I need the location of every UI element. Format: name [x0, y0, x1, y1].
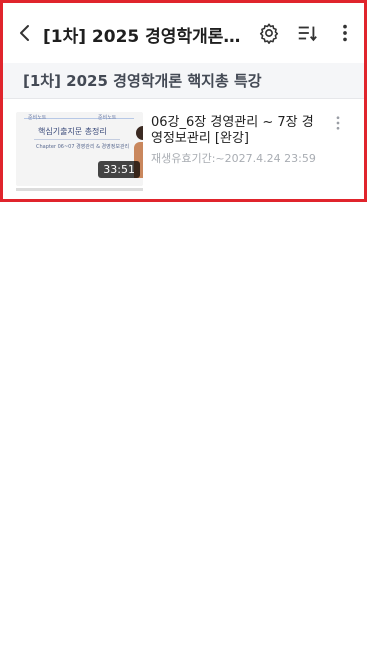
more-vertical-icon[interactable] — [333, 21, 357, 45]
slide-subtitle: Chapter 06~07 경영관리 & 경영정보관리 — [36, 144, 130, 150]
slide-heading: 핵심기출지문 총정리 — [38, 127, 107, 136]
gear-icon[interactable] — [257, 21, 281, 45]
chevron-left-icon[interactable] — [13, 21, 37, 45]
playback-validity: 재생유효기간:~2027.4.24 23:59 — [151, 152, 316, 165]
app-bar: [1차] 2025 경영학개론 핵지총 특강 — [3, 3, 364, 63]
lecture-list-item[interactable]: 준비노트 준비노트 핵심기출지문 총정리 Chapter 06~07 경영관리 … — [3, 99, 364, 199]
slide-divider — [34, 139, 120, 140]
page-title: [1차] 2025 경영학개론 핵지총 특강 — [43, 27, 243, 47]
watch-progress-bar — [16, 188, 143, 191]
lecture-title[interactable]: 06강_6장 경영관리 ~ 7장 경영정보관리 [완강] — [151, 115, 321, 147]
slide-tag-right: 준비노트 — [98, 115, 117, 121]
section-title: [1차] 2025 경영학개론 핵지총 특강 — [23, 72, 262, 90]
slide-tag-left: 준비노트 — [28, 115, 47, 121]
sort-list-icon[interactable] — [295, 21, 319, 45]
duration-badge: 33:51 — [98, 161, 140, 178]
lecture-thumbnail[interactable]: 준비노트 준비노트 핵심기출지문 총정리 Chapter 06~07 경영관리 … — [16, 112, 143, 186]
highlighted-region: [1차] 2025 경영학개론 핵지총 특강 [ — [0, 0, 367, 202]
item-more-vertical-icon[interactable] — [328, 113, 348, 133]
course-section-header: [1차] 2025 경영학개론 핵지총 특강 — [3, 63, 364, 99]
